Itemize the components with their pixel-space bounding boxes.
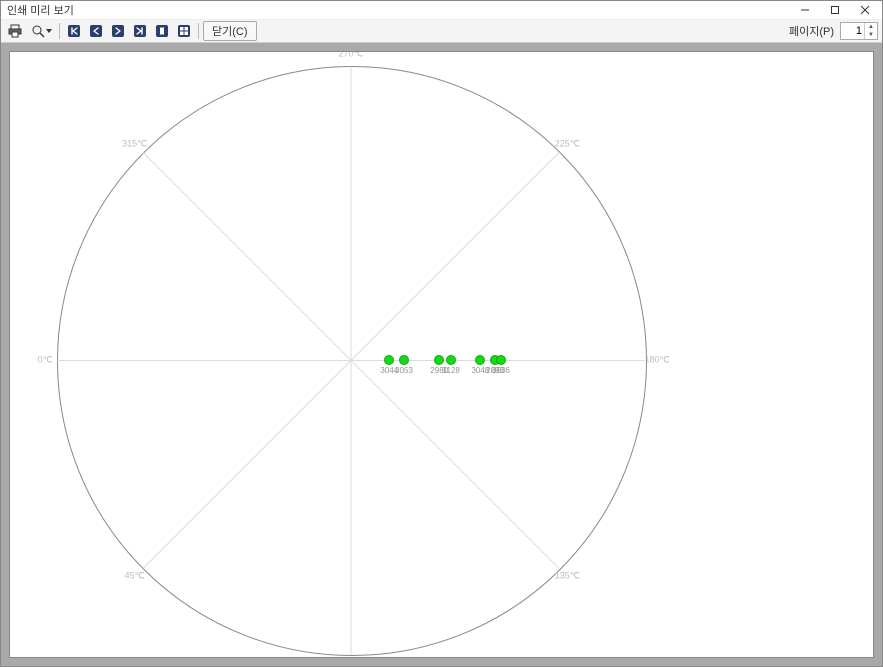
preview-area: 0℃45℃90℃135℃180℃225℃270℃315℃304430532980… xyxy=(1,43,882,666)
toolbar-separator xyxy=(198,23,199,39)
chart-point xyxy=(475,355,485,365)
nav-prev-icon xyxy=(90,25,102,37)
page-spinner-buttons: ▲ ▼ xyxy=(864,23,877,39)
page-label: 페이지(P) xyxy=(789,23,834,39)
chart-point-label: 3128 xyxy=(442,366,460,375)
print-button[interactable] xyxy=(5,21,25,41)
chart-point xyxy=(384,355,394,365)
chart-point xyxy=(496,355,506,365)
view-multipage-button[interactable] xyxy=(174,21,194,41)
magnifier-icon xyxy=(31,24,45,38)
polar-angle-label: 225℃ xyxy=(555,138,580,149)
view-onepage-icon xyxy=(156,25,168,37)
polar-spoke xyxy=(351,67,352,361)
view-multipage-icon xyxy=(178,25,190,37)
polar-spoke xyxy=(351,361,352,655)
chart-point xyxy=(399,355,409,365)
window-controls xyxy=(790,2,880,18)
preview-page: 0℃45℃90℃135℃180℃225℃270℃315℃304430532980… xyxy=(9,51,874,658)
printer-icon xyxy=(8,24,22,38)
polar-spoke xyxy=(57,360,351,361)
window-title: 인쇄 미리 보기 xyxy=(7,2,74,18)
print-preview-window: 인쇄 미리 보기 xyxy=(0,0,883,667)
polar-angle-label: 135℃ xyxy=(555,571,580,582)
polar-angle-label: 315℃ xyxy=(122,138,147,149)
polar-angle-label: 45℃ xyxy=(125,571,145,582)
chart-point xyxy=(434,355,444,365)
toolbar-right: 페이지(P) 1 ▲ ▼ xyxy=(789,22,878,40)
chart-point xyxy=(446,355,456,365)
page-up-button[interactable]: ▲ xyxy=(865,23,877,31)
close-icon xyxy=(860,5,870,15)
minimize-button[interactable] xyxy=(790,2,820,18)
nav-last-button[interactable] xyxy=(130,21,150,41)
toolbar-separator xyxy=(59,23,60,39)
zoom-button[interactable] xyxy=(27,21,55,41)
polar-angle-label: 0℃ xyxy=(37,355,52,366)
toolbar: 닫기(C) 페이지(P) 1 ▲ ▼ xyxy=(1,20,882,43)
dropdown-arrow-icon xyxy=(46,28,52,34)
page-value[interactable]: 1 xyxy=(841,23,864,39)
nav-first-icon xyxy=(68,25,80,37)
page-down-button[interactable]: ▼ xyxy=(865,31,877,39)
nav-last-icon xyxy=(134,25,146,37)
chart-point-label: 3536 xyxy=(492,366,510,375)
close-preview-button[interactable]: 닫기(C) xyxy=(203,21,257,41)
toolbar-left: 닫기(C) xyxy=(5,21,257,41)
nav-first-button[interactable] xyxy=(64,21,84,41)
polar-chart: 0℃45℃90℃135℃180℃225℃270℃315℃304430532980… xyxy=(16,58,867,651)
nav-next-button[interactable] xyxy=(108,21,128,41)
maximize-icon xyxy=(830,5,840,15)
chart-point-label: 3053 xyxy=(395,366,413,375)
polar-angle-label: 180℃ xyxy=(644,355,669,366)
maximize-button[interactable] xyxy=(820,2,850,18)
polar-angle-label: 270℃ xyxy=(338,51,363,60)
nav-prev-button[interactable] xyxy=(86,21,106,41)
minimize-icon xyxy=(800,5,810,15)
page-spinner[interactable]: 1 ▲ ▼ xyxy=(840,22,878,40)
titlebar: 인쇄 미리 보기 xyxy=(1,1,882,20)
nav-next-icon xyxy=(112,25,124,37)
view-onepage-button[interactable] xyxy=(152,21,172,41)
close-window-button[interactable] xyxy=(850,2,880,18)
